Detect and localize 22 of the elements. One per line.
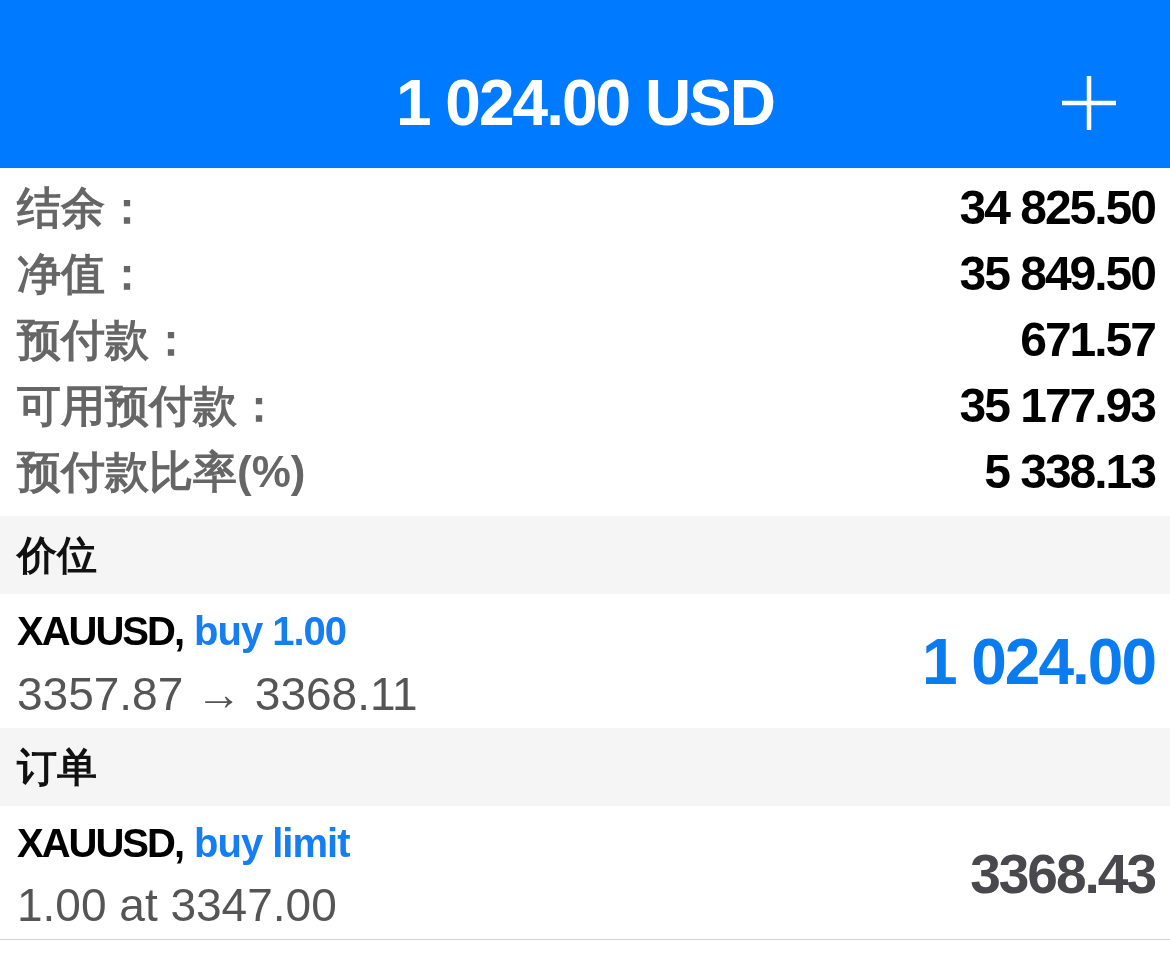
order-type-text: buy 1.00 bbox=[194, 609, 347, 654]
summary-label: 预付款： bbox=[17, 313, 193, 366]
section-header: 价位 bbox=[0, 516, 1170, 594]
amount-text: 1 024.00 bbox=[921, 627, 1155, 698]
summary-value: 35 849.50 bbox=[959, 246, 1155, 303]
summary-label: 净值： bbox=[17, 247, 149, 300]
amount-text: 3368.43 bbox=[970, 843, 1155, 905]
summary-label: 可用预付款： bbox=[17, 379, 281, 432]
summary-value: 5 338.13 bbox=[984, 444, 1155, 501]
summary-label: 结余： bbox=[17, 181, 149, 234]
price-detail-text: 1.00 at 3347.00 bbox=[17, 878, 337, 932]
summary-value: 34 825.50 bbox=[959, 180, 1155, 237]
summary-value: 35 177.93 bbox=[959, 378, 1155, 435]
summary-value: 671.57 bbox=[1020, 312, 1155, 369]
symbol-text: XAUUSD, bbox=[17, 820, 184, 866]
section-header: 订单 bbox=[0, 728, 1170, 806]
add-icon[interactable] bbox=[1062, 76, 1116, 130]
price-detail-text: 3357.87 → 3368.11 bbox=[17, 666, 418, 721]
symbol-text: XAUUSD, bbox=[17, 609, 184, 654]
order-type-text: buy limit bbox=[194, 820, 350, 866]
summary-label: 预付款比率(%) bbox=[17, 445, 306, 498]
header-title: 1 024.00 USD bbox=[396, 71, 774, 135]
